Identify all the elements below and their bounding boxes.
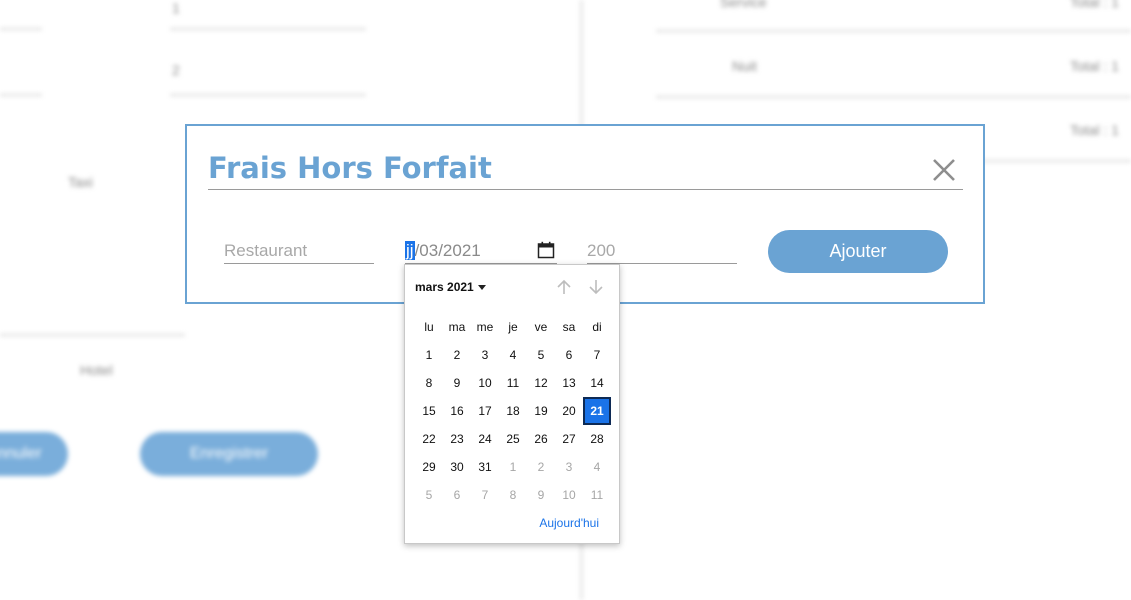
calendar-day[interactable]: 8 (415, 369, 443, 397)
calendar-day-other-month[interactable]: 7 (471, 481, 499, 509)
calendar-day[interactable]: 29 (415, 453, 443, 481)
calendar-day-other-month[interactable]: 4 (583, 453, 611, 481)
bg-text: Total : 1 (1070, 122, 1120, 138)
cancel-button-bg: Annuler (0, 432, 68, 476)
save-button-bg: Enregistrer (140, 432, 318, 476)
montant-input[interactable]: 200 (587, 238, 737, 264)
calendar-day[interactable]: 1 (415, 341, 443, 369)
calendar-day[interactable]: 4 (499, 341, 527, 369)
calendar-day[interactable]: 17 (471, 397, 499, 425)
weekday-label: je (508, 320, 518, 334)
weekday-header-row: lu ma me je ve sa di (415, 313, 611, 341)
date-month-year: /03/2021 (414, 241, 481, 260)
date-input[interactable]: jj/03/2021 (405, 238, 557, 264)
calendar-day[interactable]: 19 (527, 397, 555, 425)
libelle-input[interactable]: Restaurant (224, 238, 374, 264)
divider (656, 30, 1131, 32)
month-year-select[interactable]: mars 2021 (415, 280, 486, 294)
calendar-day[interactable]: 26 (527, 425, 555, 453)
calendar-day-other-month[interactable]: 10 (555, 481, 583, 509)
calendar-day[interactable]: 28 (583, 425, 611, 453)
calendar-day[interactable]: 7 (583, 341, 611, 369)
bg-text: 1 (172, 0, 180, 16)
calendar-day[interactable]: 3 (471, 341, 499, 369)
calendar-day[interactable]: 11 (499, 369, 527, 397)
weekday-label: ma (448, 320, 466, 334)
calendar-week: 1 2 3 4 5 6 7 (415, 341, 611, 369)
arrow-down-icon[interactable] (587, 278, 605, 296)
calendar-week: 5 6 7 8 9 10 11 (415, 481, 611, 509)
bg-text: 2 (172, 62, 180, 78)
weekday-label: sa (562, 320, 576, 334)
calendar-day[interactable]: 5 (527, 341, 555, 369)
calendar-day[interactable]: 15 (415, 397, 443, 425)
calendar-week: 29 30 31 1 2 3 4 (415, 453, 611, 481)
calendar-week: 8 9 10 11 12 13 14 (415, 369, 611, 397)
add-button[interactable]: Ajouter (768, 230, 948, 273)
calendar-week: 15 16 17 18 19 20 21 (415, 397, 611, 425)
calendar-day[interactable]: 24 (471, 425, 499, 453)
calendar-day[interactable]: 18 (499, 397, 527, 425)
calendar-day-other-month[interactable]: 9 (527, 481, 555, 509)
calendar-day[interactable]: 23 (443, 425, 471, 453)
weekday-label: ve (534, 320, 548, 334)
divider (656, 96, 1131, 98)
calendar-day[interactable]: 30 (443, 453, 471, 481)
bg-text: Total : 1 (1070, 0, 1120, 10)
today-link[interactable]: Aujourd'hui (539, 516, 599, 530)
caret-down-icon (477, 285, 486, 291)
calendar-day-other-month[interactable]: 11 (583, 481, 611, 509)
divider (0, 28, 42, 30)
calendar-day[interactable]: 22 (415, 425, 443, 453)
divider (0, 334, 185, 336)
calendar-day-other-month[interactable]: 2 (527, 453, 555, 481)
bg-text: Service (720, 0, 767, 10)
calendar-day-other-month[interactable]: 8 (499, 481, 527, 509)
bg-text: Total : 1 (1070, 58, 1120, 74)
weekday-label: di (592, 320, 602, 334)
calendar-day[interactable]: 27 (555, 425, 583, 453)
calendar-day-selected[interactable]: 21 (583, 397, 611, 425)
close-icon[interactable] (930, 156, 958, 184)
calendar-day[interactable]: 20 (555, 397, 583, 425)
calendar-day[interactable]: 2 (443, 341, 471, 369)
calendar-day[interactable]: 31 (471, 453, 499, 481)
calendar-day[interactable]: 13 (555, 369, 583, 397)
bg-text: Hotel (80, 362, 113, 378)
weekday-label: lu (424, 320, 434, 334)
calendar-day-other-month[interactable]: 3 (555, 453, 583, 481)
bg-text: Nuit (732, 58, 757, 74)
calendar-day[interactable]: 25 (499, 425, 527, 453)
calendar-day[interactable]: 9 (443, 369, 471, 397)
divider (0, 94, 42, 96)
calendar-day-other-month[interactable]: 1 (499, 453, 527, 481)
calendar-day[interactable]: 6 (555, 341, 583, 369)
calendar-grid: lu ma me je ve sa di 1 2 3 4 5 6 7 8 9 1… (415, 313, 611, 509)
calendar-icon[interactable] (537, 241, 555, 259)
date-picker-popup: mars 2021 lu ma me je ve sa di 1 2 3 4 5… (404, 264, 620, 544)
date-day-segment[interactable]: jj (405, 241, 415, 260)
bg-text: Taxi (68, 174, 93, 190)
calendar-day[interactable]: 14 (583, 369, 611, 397)
calendar-week: 22 23 24 25 26 27 28 (415, 425, 611, 453)
calendar-day[interactable]: 12 (527, 369, 555, 397)
weekday-label: me (476, 320, 494, 334)
divider (170, 28, 366, 30)
month-year-label: mars 2021 (415, 280, 474, 294)
calendar-day[interactable]: 10 (471, 369, 499, 397)
calendar-day-other-month[interactable]: 5 (415, 481, 443, 509)
calendar-day-other-month[interactable]: 6 (443, 481, 471, 509)
dialog-title: Frais Hors Forfait (208, 151, 492, 185)
divider (170, 94, 366, 96)
calendar-day[interactable]: 16 (443, 397, 471, 425)
arrow-up-icon[interactable] (555, 278, 573, 296)
title-divider (208, 189, 963, 190)
